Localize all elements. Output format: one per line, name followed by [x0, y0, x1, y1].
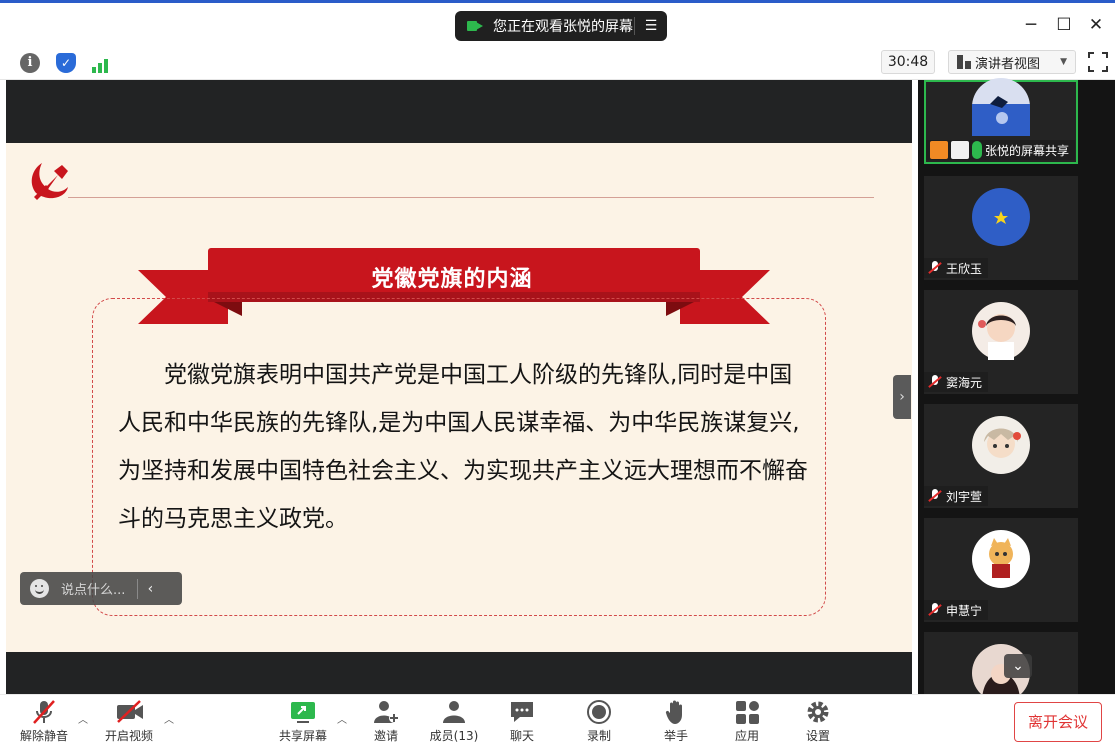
chevron-up-icon[interactable]: ︿ [78, 711, 88, 726]
mic-muted-icon [928, 489, 942, 503]
avatar [972, 78, 1030, 136]
participant-name: 刘宇萱 [946, 489, 983, 504]
chevron-down-icon[interactable]: ⌄ [1004, 654, 1032, 678]
participant-tile[interactable]: 王欣玉 [924, 176, 1078, 280]
settings-button[interactable]: 设置 [786, 699, 850, 747]
leave-meeting-button[interactable]: 离开会议 [1014, 702, 1102, 742]
mic-icon [972, 141, 982, 159]
participant-name-bar: 申慧宁 [924, 600, 989, 620]
participant-name: 王欣玉 [946, 261, 983, 276]
participant-tile[interactable]: 申慧宁 [924, 518, 1078, 622]
slide-title: 党徽党旗的内涵 [371, 267, 533, 292]
participant-name-bar: 王欣玉 [924, 258, 989, 278]
chevron-left-icon[interactable]: ‹ [138, 581, 162, 597]
unmute-button[interactable]: 解除静音 [12, 699, 76, 747]
header-rule [68, 197, 874, 198]
participants-button[interactable]: 成员(13) [422, 699, 486, 747]
info-icon[interactable]: i [20, 53, 40, 73]
start-video-button[interactable]: 开启视频 [97, 699, 161, 747]
raise-hand-button[interactable]: 举手 [644, 699, 708, 747]
title-bar: 您正在观看张悦的屏幕 ☰ ─ ☐ ✕ [0, 0, 1115, 46]
close-icon[interactable]: ✕ [1085, 15, 1107, 35]
menu-icon[interactable]: ☰ [641, 18, 661, 34]
meeting-window: 您正在观看张悦的屏幕 ☰ ─ ☐ ✕ i ✓ 30:48 演讲者视图 ▼ 党徽党… [0, 0, 1115, 748]
share-screen-label: 共享屏幕 [278, 729, 327, 743]
screen-share-banner[interactable]: 您正在观看张悦的屏幕 ☰ [455, 11, 667, 41]
record-button[interactable]: 录制 [567, 699, 631, 747]
banner-divider [634, 17, 635, 35]
collapse-gallery-button[interactable]: › [893, 375, 911, 419]
chat-placeholder[interactable]: 说点什么... [61, 579, 125, 598]
avatar [972, 188, 1030, 246]
avatar [972, 416, 1030, 474]
fullscreen-icon[interactable] [1088, 52, 1108, 72]
mic-muted-icon [30, 699, 58, 725]
avatar [972, 530, 1030, 588]
screen-share-icon [467, 19, 485, 33]
participant-tile[interactable] [924, 632, 1078, 694]
participants-icon [440, 699, 468, 725]
maximize-icon[interactable]: ☐ [1053, 15, 1075, 35]
chat-label: 聊天 [509, 729, 534, 743]
participant-name-bar: 张悦的屏幕共享 [926, 140, 1076, 160]
participant-name: 张悦的屏幕共享 [985, 143, 1070, 158]
chat-icon [508, 699, 536, 725]
screen-share-icon [951, 141, 969, 159]
mic-muted-icon [928, 375, 942, 389]
chevron-down-icon: ▼ [1060, 57, 1067, 67]
chat-button[interactable]: 聊天 [490, 699, 554, 747]
record-label: 录制 [586, 729, 611, 743]
host-icon [930, 141, 948, 159]
unmute-label: 解除静音 [19, 729, 68, 743]
view-mode-label: 演讲者视图 [975, 56, 1041, 72]
party-emblem-icon [31, 163, 69, 200]
slide-body-text: 党徽党旗表明中国共产党是中国工人阶级的先锋队,同时是中国人民和中华民族的先锋队,… [118, 362, 808, 532]
apps-label: 应用 [734, 729, 759, 743]
share-banner-text: 您正在观看张悦的屏幕 [493, 19, 633, 35]
settings-label: 设置 [805, 729, 830, 743]
participant-name-bar: 窦海元 [924, 372, 989, 392]
record-icon [585, 699, 613, 725]
apps-button[interactable]: 应用 [715, 699, 779, 747]
participant-tile[interactable]: 刘宇萱 [924, 404, 1078, 508]
meeting-toolbar: 解除静音 ︿ 开启视频 ︿ 共享屏幕 ︿ 邀请 成员(13) 聊天 录制 举手 … [0, 694, 1115, 748]
chevron-up-icon[interactable]: ︿ [337, 711, 347, 726]
chevron-up-icon[interactable]: ︿ [164, 711, 174, 726]
invite-label: 邀请 [373, 729, 398, 743]
participant-tile[interactable]: 窦海元 [924, 290, 1078, 394]
invite-button[interactable]: 邀请 [354, 699, 418, 747]
minimize-icon[interactable]: ─ [1020, 15, 1042, 35]
participant-name: 申慧宁 [946, 603, 983, 618]
camera-off-icon [115, 699, 143, 725]
shield-icon[interactable]: ✓ [56, 53, 76, 73]
meeting-timer: 30:48 [881, 50, 935, 74]
emoji-icon[interactable] [30, 579, 49, 598]
participant-name: 窦海元 [946, 375, 983, 390]
view-mode-dropdown[interactable]: 演讲者视图 ▼ [948, 50, 1076, 74]
share-screen-button[interactable]: 共享屏幕 [271, 699, 335, 747]
participant-name-bar: 刘宇萱 [924, 486, 989, 506]
raise-hand-label: 举手 [663, 729, 688, 743]
speaker-view-icon [957, 55, 971, 69]
avatar [972, 302, 1030, 360]
share-screen-icon [289, 699, 317, 725]
info-bar: i ✓ 30:48 演讲者视图 ▼ [0, 46, 1115, 80]
hand-icon [662, 699, 690, 725]
mic-muted-icon [928, 261, 942, 275]
participant-tile[interactable]: 张悦的屏幕共享 [924, 78, 1078, 164]
apps-icon [733, 699, 761, 725]
add-user-icon [372, 699, 400, 725]
gear-icon [804, 699, 832, 725]
signal-icon[interactable] [90, 53, 110, 73]
quick-chat-bar[interactable]: 说点什么... ‹ [20, 572, 182, 605]
participants-label: 成员(13) [429, 729, 479, 743]
mic-muted-icon [928, 603, 942, 617]
start-video-label: 开启视频 [104, 729, 153, 743]
